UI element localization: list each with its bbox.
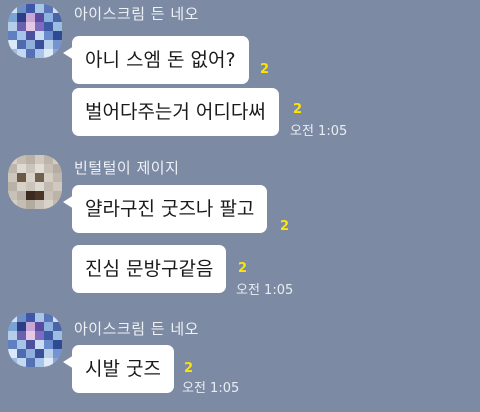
unread-count: 2 (238, 261, 248, 276)
message-bubble[interactable]: 진심 문방구같음 (72, 245, 227, 293)
message-text: 벌어다주는거 어디다써 (85, 101, 266, 123)
pixelated-avatar-icon (8, 155, 62, 209)
message-timestamp: 오전 1:05 (236, 283, 294, 298)
unread-count: 2 (280, 219, 290, 234)
message-text: 얄라구진 굿즈나 팔고 (85, 198, 255, 220)
sender-name: 아이스크림 든 네오 (74, 5, 199, 23)
sender-name: 아이스크림 든 네오 (74, 320, 199, 338)
message-text: 아니 스엠 돈 없어? (85, 49, 236, 71)
sender-avatar-neo[interactable] (8, 4, 62, 58)
unread-count: 2 (293, 102, 303, 117)
message-text: 시발 굿즈 (85, 358, 161, 380)
message-bubble[interactable]: 벌어다주는거 어디다써 (72, 88, 279, 136)
sender-avatar-jayg[interactable] (8, 155, 62, 209)
message-bubble[interactable]: 시발 굿즈 (63, 345, 174, 393)
pixelated-avatar-icon (8, 4, 62, 58)
pixelated-avatar-icon (8, 313, 62, 367)
message-timestamp: 오전 1:05 (182, 381, 240, 396)
message-text: 진심 문방구같음 (85, 258, 214, 280)
sender-name: 빈털털이 제이지 (74, 159, 180, 177)
message-timestamp: 오전 1:05 (290, 124, 348, 139)
unread-count: 2 (184, 361, 194, 376)
sender-avatar-neo[interactable] (8, 313, 62, 367)
message-bubble[interactable]: 얄라구진 굿즈나 팔고 (62, 185, 268, 233)
unread-count: 2 (260, 62, 270, 77)
message-bubble[interactable]: 아니 스엠 돈 없어? (63, 36, 249, 84)
